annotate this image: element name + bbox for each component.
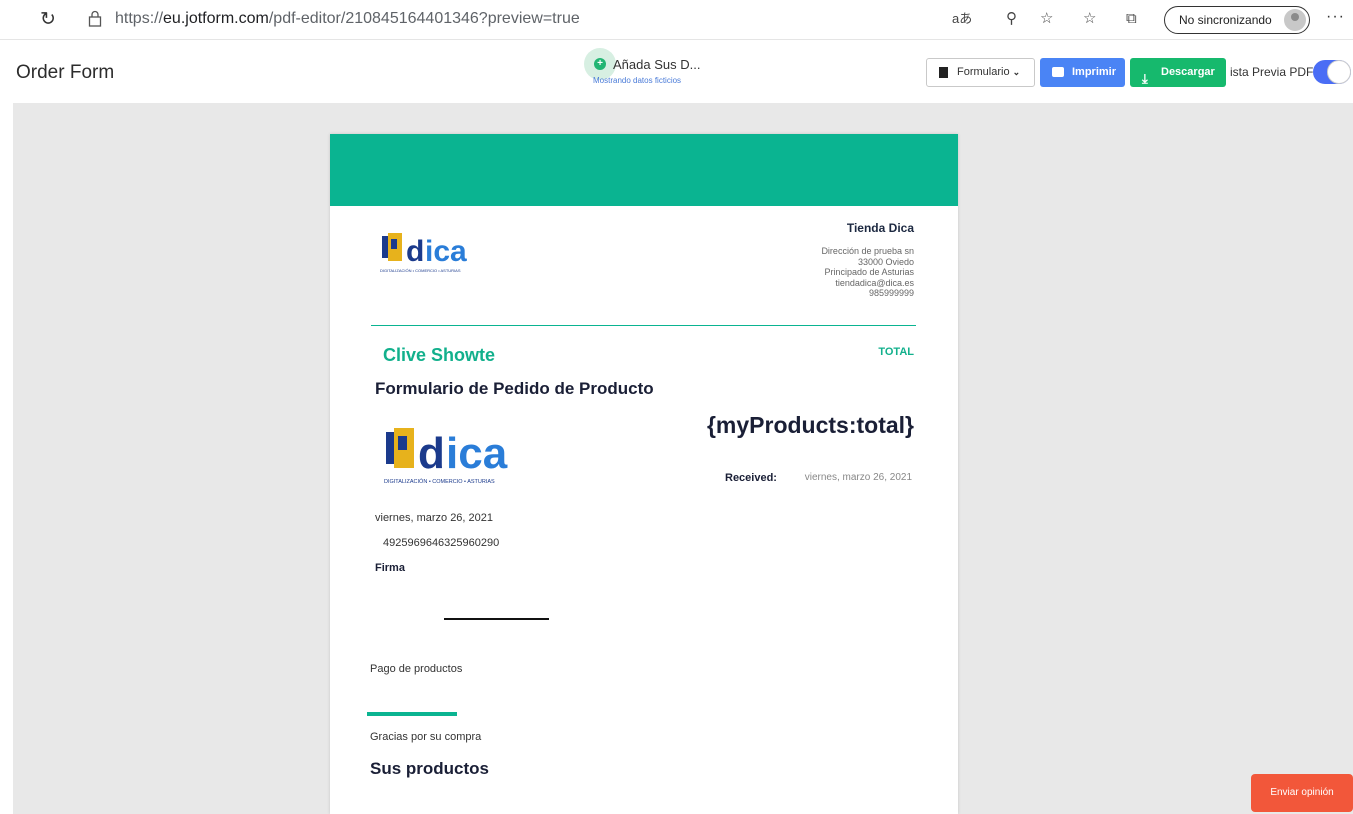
divider xyxy=(371,325,916,326)
download-icon: ⤓ xyxy=(1142,71,1148,86)
store-address: Dirección de prueba sn xyxy=(821,246,914,256)
dica-logo-large: d ica DIGITALIZACIÓN • COMERCIO • ASTURI… xyxy=(380,424,548,490)
page-title: Order Form xyxy=(16,62,115,83)
total-value: {myProducts:total} xyxy=(706,412,914,438)
avatar xyxy=(1284,9,1306,31)
svg-text:ica: ica xyxy=(446,429,508,478)
signature-line xyxy=(444,618,549,620)
svg-text:d: d xyxy=(418,429,445,478)
app-header: Order Form + Añada Sus D... Mostrando da… xyxy=(0,41,1353,103)
form-dropdown-label: Formulario xyxy=(957,66,1010,78)
print-button[interactable]: Imprimir xyxy=(1040,58,1125,87)
chevron-down-icon: ⌄ xyxy=(1012,67,1021,77)
received-value: viernes, marzo 26, 2021 xyxy=(804,472,912,483)
order-id: 4925969646325960290 xyxy=(383,537,500,549)
zoom-icon[interactable]: ⚲ xyxy=(1006,8,1017,30)
feedback-button[interactable]: Enviar opinión xyxy=(1251,774,1353,812)
svg-text:d: d xyxy=(406,235,424,268)
lock-icon[interactable] xyxy=(88,10,106,30)
customer-name: Clive Showte xyxy=(383,345,496,365)
add-data-sublabel: Mostrando datos ficticios xyxy=(593,76,682,85)
store-region: Principado de Asturias xyxy=(824,267,914,278)
document-icon xyxy=(939,67,948,78)
form-title: Formulario de Pedido de Producto xyxy=(375,379,654,398)
printer-icon xyxy=(1052,67,1064,77)
logo-tagline-large: DIGITALIZACIÓN • COMERCIO • ASTURIAS xyxy=(384,478,495,485)
add-data-label: Añada Sus D... xyxy=(613,57,701,72)
accent-bar xyxy=(367,712,457,716)
add-favorite-icon[interactable]: ☆ xyxy=(1040,8,1053,30)
signature-label: Firma xyxy=(375,562,405,574)
print-label: Imprimir xyxy=(1072,66,1117,78)
favorites-icon[interactable]: ☆ xyxy=(1083,8,1096,30)
store-email: tiendadica@dica.es xyxy=(835,277,914,288)
dica-logo-small: d ica DIGITALIZACIÓN • COMERCIO • ASTURI… xyxy=(378,230,498,276)
url-path: /pdf-editor/210845164401346?preview=true xyxy=(268,10,580,27)
url-prefix: https:// xyxy=(115,10,164,27)
browser-toolbar: ↻ https://eu.jotform.com/pdf-editor/2108… xyxy=(0,0,1353,40)
products-heading: Sus productos xyxy=(370,759,490,778)
collections-icon[interactable]: ⧉ xyxy=(1126,8,1137,30)
svg-text:ica: ica xyxy=(425,235,467,268)
payment-label: Pago de productos xyxy=(370,663,463,675)
toggle-knob xyxy=(1327,60,1351,84)
profile-sync-button[interactable]: No sincronizando xyxy=(1164,6,1310,34)
total-label: TOTAL xyxy=(878,346,914,358)
order-date: viernes, marzo 26, 2021 xyxy=(375,512,494,524)
form-dropdown-button[interactable]: Formulario ⌄ xyxy=(926,58,1035,87)
read-aloud-icon[interactable]: aあ xyxy=(952,8,972,30)
store-city: 33000 Oviedo xyxy=(857,256,914,267)
pdf-preview-label: ista Previa PDF xyxy=(1230,65,1314,79)
store-info: Tienda Dica Dirección de prueba sn 33000… xyxy=(821,221,914,299)
received-label: Received: xyxy=(725,472,777,484)
pdf-preview-toggle[interactable] xyxy=(1313,60,1351,84)
more-menu-icon[interactable]: ··· xyxy=(1326,8,1345,26)
plus-icon: + xyxy=(594,58,606,70)
store-name: Tienda Dica xyxy=(846,221,914,235)
download-button[interactable]: ⤓ Descargar xyxy=(1130,58,1226,87)
store-phone: 985999999 xyxy=(868,288,914,299)
reload-icon[interactable]: ↻ xyxy=(40,9,62,31)
logo-tagline: DIGITALIZACIÓN • COMERCIO • ASTURIAS xyxy=(380,268,461,273)
url-host: eu.jotform.com xyxy=(163,10,269,27)
thanks-text: Gracias por su compra xyxy=(370,731,482,743)
page-header-band xyxy=(330,134,958,206)
pdf-page: d ica DIGITALIZACIÓN • COMERCIO • ASTURI… xyxy=(330,134,958,814)
download-label: Descargar xyxy=(1161,66,1215,78)
address-bar[interactable]: https://eu.jotform.com/pdf-editor/210845… xyxy=(115,10,580,28)
sync-label: No sincronizando xyxy=(1179,13,1272,27)
